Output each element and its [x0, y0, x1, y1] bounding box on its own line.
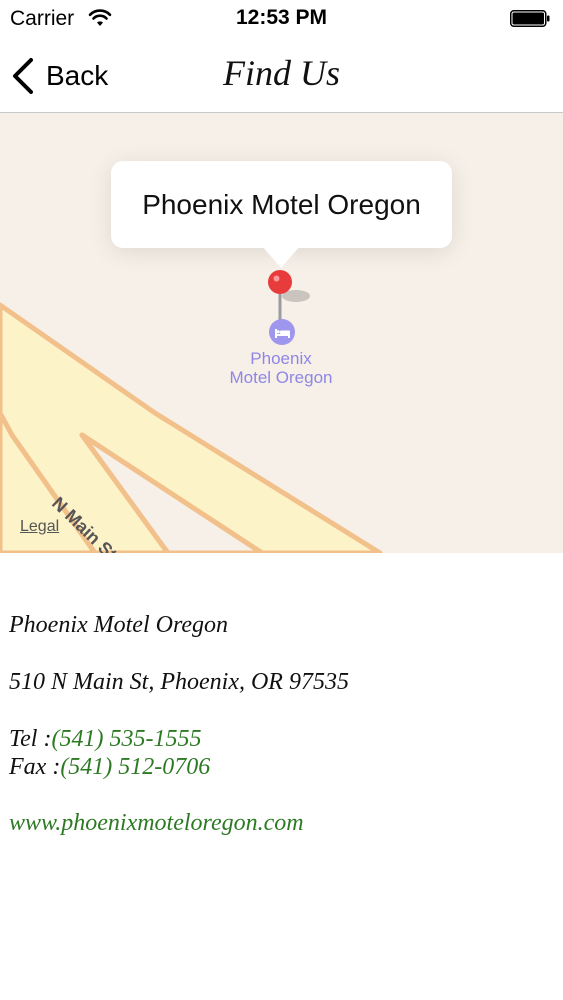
website-link[interactable]: www.phoenixmoteloregon.com — [9, 810, 304, 837]
bed-icon[interactable] — [268, 318, 296, 346]
battery-icon — [510, 10, 550, 27]
page-title: Find Us — [223, 53, 340, 93]
telephone-row: Tel :(541) 535-1555 — [9, 726, 201, 753]
telephone-label: Tel : — [9, 726, 52, 752]
fax-row: Fax :(541) 512-0706 — [9, 754, 210, 781]
fax-link[interactable]: (541) 512-0706 — [60, 754, 210, 780]
status-time: 12:53 PM — [235, 6, 328, 29]
status-bar: Carrier 12:53 PM — [0, 0, 563, 38]
poi-label-line1: Phoenix — [250, 349, 312, 368]
telephone-link[interactable]: (541) 535-1555 — [51, 726, 201, 752]
poi-label: Phoenix Motel Oregon — [206, 349, 356, 387]
poi-label-line2: Motel Oregon — [229, 368, 333, 387]
business-address: 510 N Main St, Phoenix, OR 97535 — [9, 669, 349, 695]
business-name: Phoenix Motel Oregon — [9, 612, 229, 638]
navigation-bar: Back Find Us — [0, 38, 563, 113]
legal-link[interactable]: Legal — [20, 518, 59, 536]
map-view[interactable]: Phoenix Motel Oregon Phoenix Motel Orego… — [0, 113, 563, 553]
callout-title: Phoenix Motel Oregon — [142, 188, 421, 220]
fax-label: Fax : — [9, 754, 61, 780]
map-callout[interactable]: Phoenix Motel Oregon — [111, 161, 452, 248]
callout-arrow — [262, 246, 300, 268]
